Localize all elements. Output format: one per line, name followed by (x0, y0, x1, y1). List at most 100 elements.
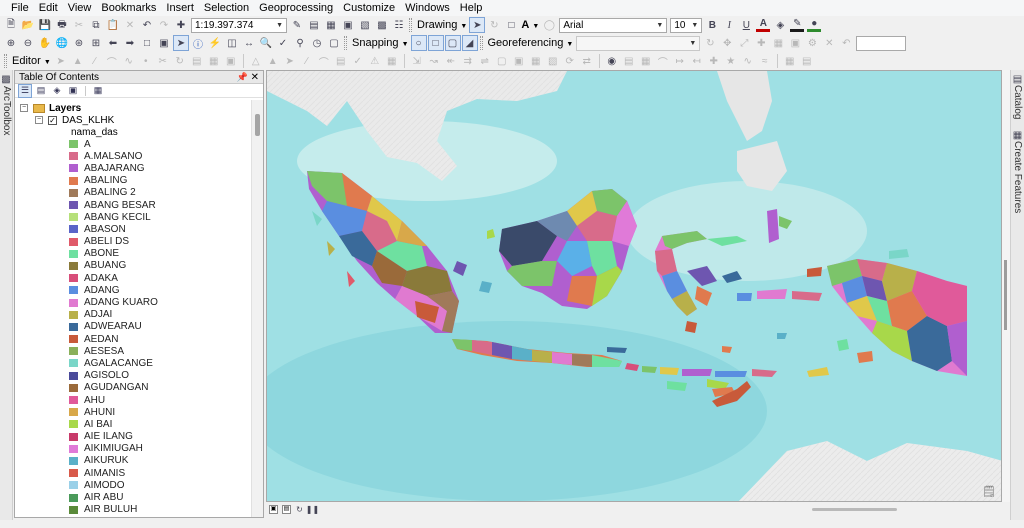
reshape-edge-icon[interactable]: ∕ (300, 54, 314, 68)
legend-swatch[interactable] (69, 310, 78, 319)
view-link-table-icon[interactable]: ▦ (771, 36, 785, 50)
legend-swatch[interactable] (69, 456, 78, 465)
view-link-table-adjust-icon[interactable]: ▦ (529, 54, 543, 68)
arctoolbox-tab-icon[interactable]: ▩ (0, 72, 12, 86)
new-text-menu[interactable]: A ▼ (521, 19, 539, 31)
modify-edge-icon[interactable]: ⌒ (317, 54, 331, 69)
underline-button[interactable]: U (739, 18, 753, 32)
legend-item[interactable]: AIKIMIUGAH (15, 443, 251, 455)
legend-item[interactable]: ADJAI (15, 309, 251, 321)
font-size-select[interactable]: 10 ▼ (670, 17, 703, 33)
pause-drawing-icon[interactable]: ❚❚ (306, 505, 319, 514)
legend-item[interactable]: AIR BULUH (15, 504, 251, 516)
go-to-xy-icon[interactable]: ⚲ (293, 36, 307, 50)
legend-item[interactable]: AIE ILANG (15, 431, 251, 443)
legend-swatch[interactable] (69, 225, 78, 234)
validate-topology-icon[interactable]: ✓ (351, 54, 365, 68)
legend-swatch[interactable] (69, 335, 78, 344)
attribute-transfer-icon[interactable]: ⟳ (563, 54, 577, 68)
clear-limited-adjustment-icon[interactable]: ▣ (512, 54, 526, 68)
point-snapping-icon[interactable]: ○ (410, 35, 427, 51)
layer-row[interactable]: − ✓ DAS_KLHK (15, 114, 251, 126)
layer-visibility-checkbox[interactable]: ✓ (48, 115, 57, 125)
fillet-icon[interactable]: ⌒ (656, 54, 670, 69)
legend-item[interactable]: AIKURUK (15, 455, 251, 467)
legend-item[interactable]: ABANG KECIL (15, 211, 251, 223)
end-point-arc-icon[interactable]: ⌒ (105, 54, 119, 69)
edit-vertices-icon[interactable]: ◯ (542, 18, 556, 32)
new-displacement-link-icon[interactable]: ↝ (427, 54, 441, 68)
legend-swatch[interactable] (69, 432, 78, 441)
georeference-layer-select[interactable]: ▼ (576, 35, 701, 51)
legend-swatch[interactable] (69, 371, 78, 380)
legend-swatch[interactable] (69, 164, 78, 173)
select-features-icon[interactable]: □ (140, 36, 154, 50)
attributes-icon[interactable]: ▤ (190, 54, 204, 68)
legend-item[interactable]: AIR BUNGIN (15, 516, 251, 517)
legend-swatch[interactable] (69, 493, 78, 502)
add-control-points-icon[interactable]: ✚ (754, 36, 768, 50)
clear-selection-icon[interactable]: ▣ (157, 36, 171, 50)
legend-swatch[interactable] (69, 481, 78, 490)
legend-item[interactable]: ABALING (15, 175, 251, 187)
measure-icon[interactable]: ↔ (242, 36, 256, 50)
new-limited-adjustment-icon[interactable]: ▢ (495, 54, 509, 68)
pan-icon[interactable]: ✋ (38, 36, 52, 50)
zoom-in-icon[interactable]: ⊕ (4, 36, 18, 50)
refresh-icon[interactable]: ↻ (295, 505, 304, 514)
legend-swatch[interactable] (69, 249, 78, 258)
extend-icon[interactable]: ↦ (673, 54, 687, 68)
collapse-icon[interactable]: − (20, 104, 28, 112)
scrollbar-thumb[interactable] (1004, 260, 1007, 330)
menu-file[interactable]: File (6, 0, 34, 17)
cogo-icon[interactable]: ▦ (783, 54, 797, 68)
toolbar-grip[interactable] (479, 36, 483, 50)
multiple-displacement-icon[interactable]: ⇉ (461, 54, 475, 68)
legend-swatch[interactable] (69, 469, 78, 478)
menu-geoprocessing[interactable]: Geoprocessing (254, 0, 338, 17)
legend-swatch[interactable] (69, 396, 78, 405)
legend-item[interactable]: AGALACANGE (15, 357, 251, 369)
legend-swatch[interactable] (69, 408, 78, 417)
sketch-properties-icon[interactable]: ▦ (207, 54, 221, 68)
menu-help[interactable]: Help (455, 0, 488, 17)
copy-icon[interactable]: ⧉ (89, 18, 103, 32)
topology-icon[interactable]: △ (249, 54, 263, 68)
legend-item[interactable]: ADANG (15, 284, 251, 296)
legend-swatch[interactable] (69, 359, 78, 368)
back-extent-icon[interactable]: ⬅ (106, 36, 120, 50)
forward-extent-icon[interactable]: ➡ (123, 36, 137, 50)
legend-item[interactable]: AIMANIS (15, 467, 251, 479)
legend-item[interactable]: ABANG BESAR (15, 199, 251, 211)
legend-item[interactable]: AI BAI (15, 418, 251, 430)
search-window-icon[interactable]: ▣ (341, 18, 355, 32)
legend-item[interactable]: AIR ABU (15, 491, 251, 503)
fix-topology-error-icon[interactable]: ⚠ (368, 54, 382, 68)
legend-swatch[interactable] (69, 420, 78, 429)
fixed-zoom-in-icon[interactable]: ⊛ (72, 36, 86, 50)
topology-edit-icon[interactable]: ➤ (283, 54, 297, 68)
legend-item[interactable]: A.MALSANO (15, 150, 251, 162)
vertex-snapping-icon[interactable]: ▢ (444, 35, 461, 51)
legend-swatch[interactable] (69, 176, 78, 185)
legend-swatch[interactable] (69, 213, 78, 222)
print-icon[interactable]: 🖶 (55, 18, 69, 32)
map-view[interactable]: 🗒 (266, 70, 1002, 502)
menu-edit[interactable]: Edit (34, 0, 63, 17)
list-by-source-icon[interactable]: ▤ (35, 85, 47, 97)
straight-segment-icon[interactable]: ∕ (88, 54, 102, 68)
legend-swatch[interactable] (69, 188, 78, 197)
legend-swatch[interactable] (69, 322, 78, 331)
show-shared-features-icon[interactable]: ▤ (334, 54, 348, 68)
list-by-visibility-icon[interactable]: ◈ (51, 85, 63, 97)
georeferencing-menu[interactable]: Georeferencing ▼ (488, 37, 574, 49)
point-icon[interactable]: • (139, 54, 153, 68)
menu-windows[interactable]: Windows (400, 0, 455, 17)
legend-item[interactable]: AEDAN (15, 333, 251, 345)
create-features-icon[interactable]: ▣ (224, 54, 238, 68)
close-icon[interactable]: ✕ (251, 72, 259, 83)
legend-swatch[interactable] (69, 140, 78, 149)
line-intersection-icon[interactable]: ✚ (707, 54, 721, 68)
select-elements-icon[interactable]: ➤ (469, 17, 486, 33)
new-document-icon[interactable]: 🗎 (4, 18, 18, 32)
